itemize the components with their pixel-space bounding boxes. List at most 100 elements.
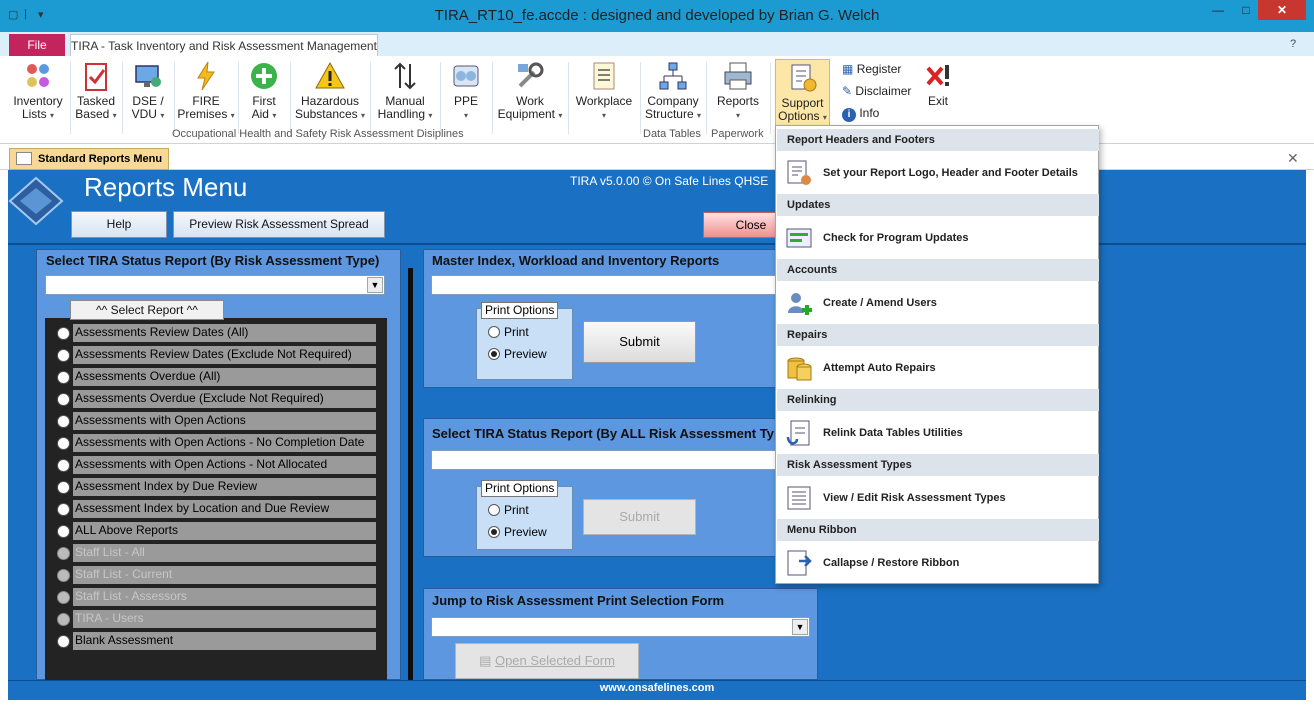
chevron-down-icon: ▾ <box>735 111 740 120</box>
report-radio[interactable] <box>57 547 70 560</box>
minimize-button[interactable]: — <box>1204 0 1232 20</box>
ribbon-label: Support <box>781 96 824 110</box>
chevron-down-icon[interactable]: ▼ <box>367 277 383 293</box>
inventory-lists-button[interactable]: Inventory Lists ▾ <box>8 60 68 122</box>
report-list-item[interactable]: Assessment Index by Location and Due Rev… <box>73 500 376 518</box>
report-radio[interactable] <box>57 393 70 406</box>
disclaimer-button[interactable]: ✎ Disclaimer <box>842 84 911 98</box>
report-list-item[interactable]: TIRA - Users <box>73 610 376 628</box>
report-radio[interactable] <box>57 415 70 428</box>
report-list-item[interactable]: Assessments with Open Actions - Not Allo… <box>73 456 376 474</box>
report-list-item[interactable]: Assessments with Open Actions - No Compl… <box>73 434 376 452</box>
workplace-button[interactable]: Workplace ▾ <box>572 60 636 122</box>
report-radio[interactable] <box>57 613 70 626</box>
report-type-combo[interactable]: ▼ <box>45 275 385 295</box>
company-structure-button[interactable]: Company Structure ▾ <box>642 60 704 122</box>
tasked-based-button[interactable]: Tasked Based ▾ <box>72 60 120 122</box>
report-list-item[interactable]: Assessments with Open Actions <box>73 412 376 430</box>
ribbon-separator <box>290 62 291 134</box>
dse-vdu-button[interactable]: DSE / VDU ▾ <box>124 60 172 122</box>
work-equipment-button[interactable]: Work Equipment ▾ <box>496 60 564 122</box>
help-button[interactable]: Help <box>71 211 167 238</box>
update-icon <box>786 228 812 248</box>
report-list-item[interactable]: Assessments Review Dates (All) <box>73 324 376 342</box>
report-list-item[interactable]: Blank Assessment <box>73 632 376 650</box>
report-radio[interactable] <box>57 591 70 604</box>
manual-handling-button[interactable]: Manual Handling ▾ <box>374 60 436 122</box>
report-radio[interactable] <box>57 371 70 384</box>
reports-button[interactable]: Reports ▾ <box>710 60 766 122</box>
close-window-button[interactable]: ✕ <box>1258 0 1306 20</box>
tab-standard-reports-menu[interactable]: Standard Reports Menu <box>9 148 169 170</box>
report-radio[interactable] <box>57 459 70 472</box>
master-index-combo[interactable] <box>431 275 816 295</box>
menu-item[interactable]: Relink Data Tables Utilities <box>777 412 1099 454</box>
tab-tira-management[interactable]: TIRA - Task Inventory and Risk Assessmen… <box>70 34 378 57</box>
master-index-title: Master Index, Workload and Inventory Rep… <box>432 253 720 268</box>
maximize-button[interactable]: □ <box>1232 0 1260 20</box>
report-list-item[interactable]: Assessment Index by Due Review <box>73 478 376 496</box>
report-radio[interactable] <box>57 349 70 362</box>
print-radio[interactable]: Print <box>488 503 529 517</box>
chevron-down-icon[interactable]: ▼ <box>792 619 808 635</box>
ribbon-label: DSE / <box>132 94 164 108</box>
register-button[interactable]: ▦ Register <box>842 62 901 76</box>
report-list-item[interactable]: Staff List - Current <box>73 566 376 584</box>
info-button[interactable]: i Info <box>842 106 879 122</box>
report-radio[interactable] <box>57 503 70 516</box>
preview-spread-button[interactable]: Preview Risk Assessment Spread <box>173 211 385 238</box>
first-aid-button[interactable]: First Aid ▾ <box>240 60 288 122</box>
report-radio[interactable] <box>57 525 70 538</box>
chevron-down-icon: ▾ <box>160 111 165 120</box>
report-radio[interactable] <box>57 327 70 340</box>
report-list-item[interactable]: Staff List - All <box>73 544 376 562</box>
file-tab[interactable]: File <box>9 34 65 56</box>
report-list-item[interactable]: ALL Above Reports <box>73 522 376 540</box>
list-icon <box>787 486 811 510</box>
report-list-item[interactable]: Assessments Overdue (Exclude Not Require… <box>73 390 376 408</box>
menu-item[interactable]: View / Edit Risk Assessment Types <box>777 477 1099 519</box>
menu-section-header: Accounts <box>777 259 1099 281</box>
menu-item[interactable]: Callapse / Restore Ribbon <box>777 542 1099 584</box>
menu-item[interactable]: Set your Report Logo, Header and Footer … <box>777 152 1099 194</box>
menu-item[interactable]: Check for Program Updates <box>777 217 1099 259</box>
help-icon[interactable]: ? <box>1290 38 1296 50</box>
print-options-label: Print Options <box>481 302 559 319</box>
preview-radio[interactable]: Preview <box>488 525 547 539</box>
open-selected-form-button[interactable]: ▤ Open Selected Form <box>455 643 639 679</box>
all-types-title: Select TIRA Status Report (By ALL Risk A… <box>432 426 782 441</box>
menu-item[interactable]: Attempt Auto Repairs <box>777 347 1099 389</box>
pen-icon: ✎ <box>842 84 853 98</box>
report-list-item[interactable]: Staff List - Assessors <box>73 588 376 606</box>
chevron-down-icon: ▾ <box>822 113 827 122</box>
ribbon-label: Manual <box>385 94 425 108</box>
select-report-button[interactable]: ^^ Select Report ^^ <box>70 300 224 320</box>
fire-premises-button[interactable]: FIRE Premises ▾ <box>176 60 236 122</box>
report-radio[interactable] <box>57 481 70 494</box>
report-radio[interactable] <box>57 437 70 450</box>
print-label: Print <box>504 325 529 339</box>
report-radio[interactable] <box>57 569 70 582</box>
hazardous-substances-button[interactable]: Hazardous Substances ▾ <box>292 60 368 122</box>
report-list-item[interactable]: Assessments Overdue (All) <box>73 368 376 386</box>
ribbon-label: Exit <box>927 94 948 108</box>
support-options-button[interactable]: Support Options ▾ <box>775 59 830 127</box>
close-document-icon[interactable]: ✕ <box>1287 150 1299 167</box>
master-submit-button[interactable]: Submit <box>583 321 696 363</box>
report-list-item[interactable]: Assessments Review Dates (Exclude Not Re… <box>73 346 376 364</box>
jump-combo[interactable]: ▼ <box>431 617 810 637</box>
all-types-submit-button[interactable]: Submit <box>583 499 696 535</box>
all-types-combo[interactable] <box>431 450 816 470</box>
menu-item[interactable]: Create / Amend Users <box>777 282 1099 324</box>
ribbon-separator <box>568 62 569 134</box>
chevron-down-icon: ▾ <box>230 111 235 120</box>
report-radio[interactable] <box>57 635 70 648</box>
exit-button[interactable]: Exit <box>920 60 956 108</box>
print-radio[interactable]: Print <box>488 325 529 339</box>
preview-radio[interactable]: Preview <box>488 347 547 361</box>
tools-icon <box>518 62 544 88</box>
ppe-button[interactable]: PPE ▾ <box>444 60 488 122</box>
chevron-down-icon: ▾ <box>601 111 606 120</box>
chevron-down-icon: ▾ <box>112 111 117 120</box>
link-document-icon <box>786 420 810 446</box>
